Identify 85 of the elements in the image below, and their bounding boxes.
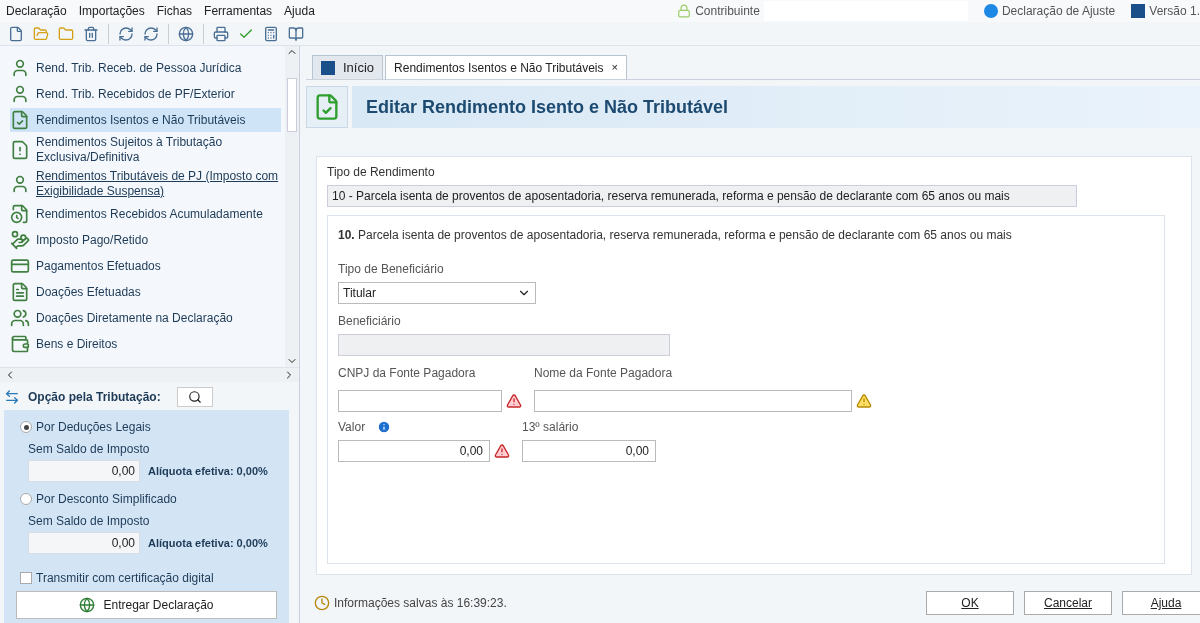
people-icon — [10, 308, 30, 328]
open-folder-icon[interactable] — [33, 25, 49, 42]
menu-item[interactable]: Ferramentas — [198, 2, 279, 20]
hand-coin-icon — [10, 230, 30, 250]
person-icon — [10, 174, 30, 194]
text-field[interactable] — [338, 390, 502, 412]
horizontal-scrollbar[interactable] — [0, 368, 299, 382]
amount-field[interactable]: 0,00 — [522, 440, 656, 462]
tipo-label: Tipo de Rendimento — [327, 164, 436, 181]
page-title: Editar Rendimento Isento e Não Tributável — [366, 95, 729, 119]
submit-button[interactable]: Entregar Declaração — [16, 591, 277, 619]
person-icon — [10, 84, 30, 104]
sidebar-item[interactable]: Pagamentos Efetuados — [10, 254, 281, 278]
menu-item[interactable]: Fichas — [150, 2, 199, 20]
tipo-field: 10 - Parcela isenta de proventos de aposentadoria, reserva remunerada, reforma e pensão de declarante com 65 anos ou mais — [327, 185, 1077, 207]
radio-button[interactable] — [20, 493, 32, 505]
saldo-field: 0,00 — [28, 460, 140, 482]
folder-icon[interactable] — [58, 25, 74, 42]
new-file-icon[interactable] — [8, 25, 24, 42]
radio-button[interactable] — [20, 421, 32, 433]
globe-icon — [79, 597, 96, 613]
sidebar-item[interactable]: Doações Diretamente na Declaração — [10, 306, 281, 330]
arrows-icon — [4, 389, 20, 405]
menu-item[interactable]: Declaração — [0, 2, 73, 20]
checkbox-label: Transmitir com certificação digital — [36, 570, 214, 587]
saldo-label: Sem Saldo de Imposto — [28, 441, 151, 458]
aliquota-label: Alíquota efetiva: 0,00% — [148, 463, 268, 479]
text-field[interactable] — [534, 390, 852, 412]
declaration-type-label: Declaração de Ajuste — [1001, 3, 1116, 20]
field-label: Nome da Fonte Pagadora — [534, 365, 674, 382]
calculator-icon[interactable] — [263, 25, 279, 42]
sync-icon[interactable] — [118, 25, 134, 42]
sidebar-item[interactable]: Bens e Direitos — [10, 332, 281, 356]
book-icon[interactable] — [288, 25, 304, 42]
sidebar-item[interactable]: Doações Efetuadas — [10, 280, 281, 304]
radio-label: Por Desconto Simplificado — [36, 491, 177, 508]
dialog-button[interactable]: Cancelar — [1024, 591, 1112, 615]
sidebar-item[interactable]: Rend. Trib. Receb. de Pessoa Jurídica — [10, 56, 281, 80]
contribuinte-label: Contribuinte — [695, 3, 760, 20]
dialog-button[interactable]: Ajuda — [1122, 591, 1200, 615]
wallet-icon — [10, 334, 30, 354]
aliquota-label: Alíquota efetiva: 0,00% — [148, 535, 268, 551]
lock-icon — [677, 4, 692, 18]
sidebar-item[interactable]: Rendimentos Isentos e Não Tributáveis — [10, 108, 281, 132]
field-label: CNPJ da Fonte Pagadora — [338, 365, 477, 382]
trash-icon[interactable] — [83, 25, 99, 42]
saldo-field: 0,00 — [28, 532, 140, 554]
document-warning-icon — [10, 140, 30, 160]
sidebar-item[interactable]: Imposto Pago/Retido — [10, 228, 281, 252]
tab[interactable]: Rendimentos Isentos e Não Tributáveis × — [385, 55, 627, 79]
menu-item[interactable]: Ajuda — [278, 2, 321, 20]
status-message: Informações salvas às 16:39:23. — [334, 595, 507, 612]
info-icon — [377, 420, 392, 434]
field-label: Beneficiário — [338, 313, 402, 330]
document-icon — [10, 282, 30, 302]
sidebar-item[interactable]: Rendimentos Recebidos Acumuladamente — [10, 202, 281, 226]
globe-icon[interactable] — [178, 25, 194, 42]
saldo-label: Sem Saldo de Imposto — [28, 513, 151, 530]
version-label: Versão 1. — [1149, 3, 1200, 20]
search-icon — [187, 390, 202, 404]
field-label: Valor — [338, 419, 366, 436]
document-check-icon — [10, 110, 30, 130]
radio-label: Por Deduções Legais — [36, 419, 151, 436]
sidebar-item[interactable]: Rend. Trib. Recebidos de PF/Exterior — [10, 82, 281, 106]
sync-icon[interactable] — [143, 25, 159, 42]
amount-field[interactable]: 0,00 — [338, 440, 490, 462]
document-icon — [10, 204, 30, 224]
menu-item[interactable]: Importações — [72, 2, 151, 20]
sidebar-item[interactable]: Rendimentos Tributáveis de PJ (Imposto com Exigibilidade Suspensa) — [10, 168, 281, 200]
scroll-thumb[interactable] — [287, 78, 297, 132]
dialog-button[interactable]: OK — [926, 591, 1014, 615]
sidebar-item[interactable]: Rendimentos Sujeitos à Tributação Exclusiva/Definitiva — [10, 134, 281, 166]
search-button[interactable] — [176, 387, 213, 407]
close-button[interactable]: × — [611, 59, 618, 76]
tributacao-title: Opção pela Tributação: — [28, 389, 161, 406]
description: 10. Parcela isenta de proventos de aposentadoria, reserva remunerada, reforma e pensão de declarante com 65 anos ou mais — [338, 227, 1013, 244]
scrollbar[interactable] — [285, 46, 299, 367]
tab[interactable]: Início — [312, 55, 384, 79]
field-label: 13º salário — [522, 419, 579, 436]
beneficiario-select[interactable]: Titular — [338, 282, 536, 304]
checkbox[interactable] — [20, 572, 32, 584]
person-icon — [10, 58, 30, 78]
field-label: Tipo de Beneficiário — [338, 261, 445, 278]
card-icon — [10, 256, 30, 276]
print-icon[interactable] — [213, 25, 229, 42]
